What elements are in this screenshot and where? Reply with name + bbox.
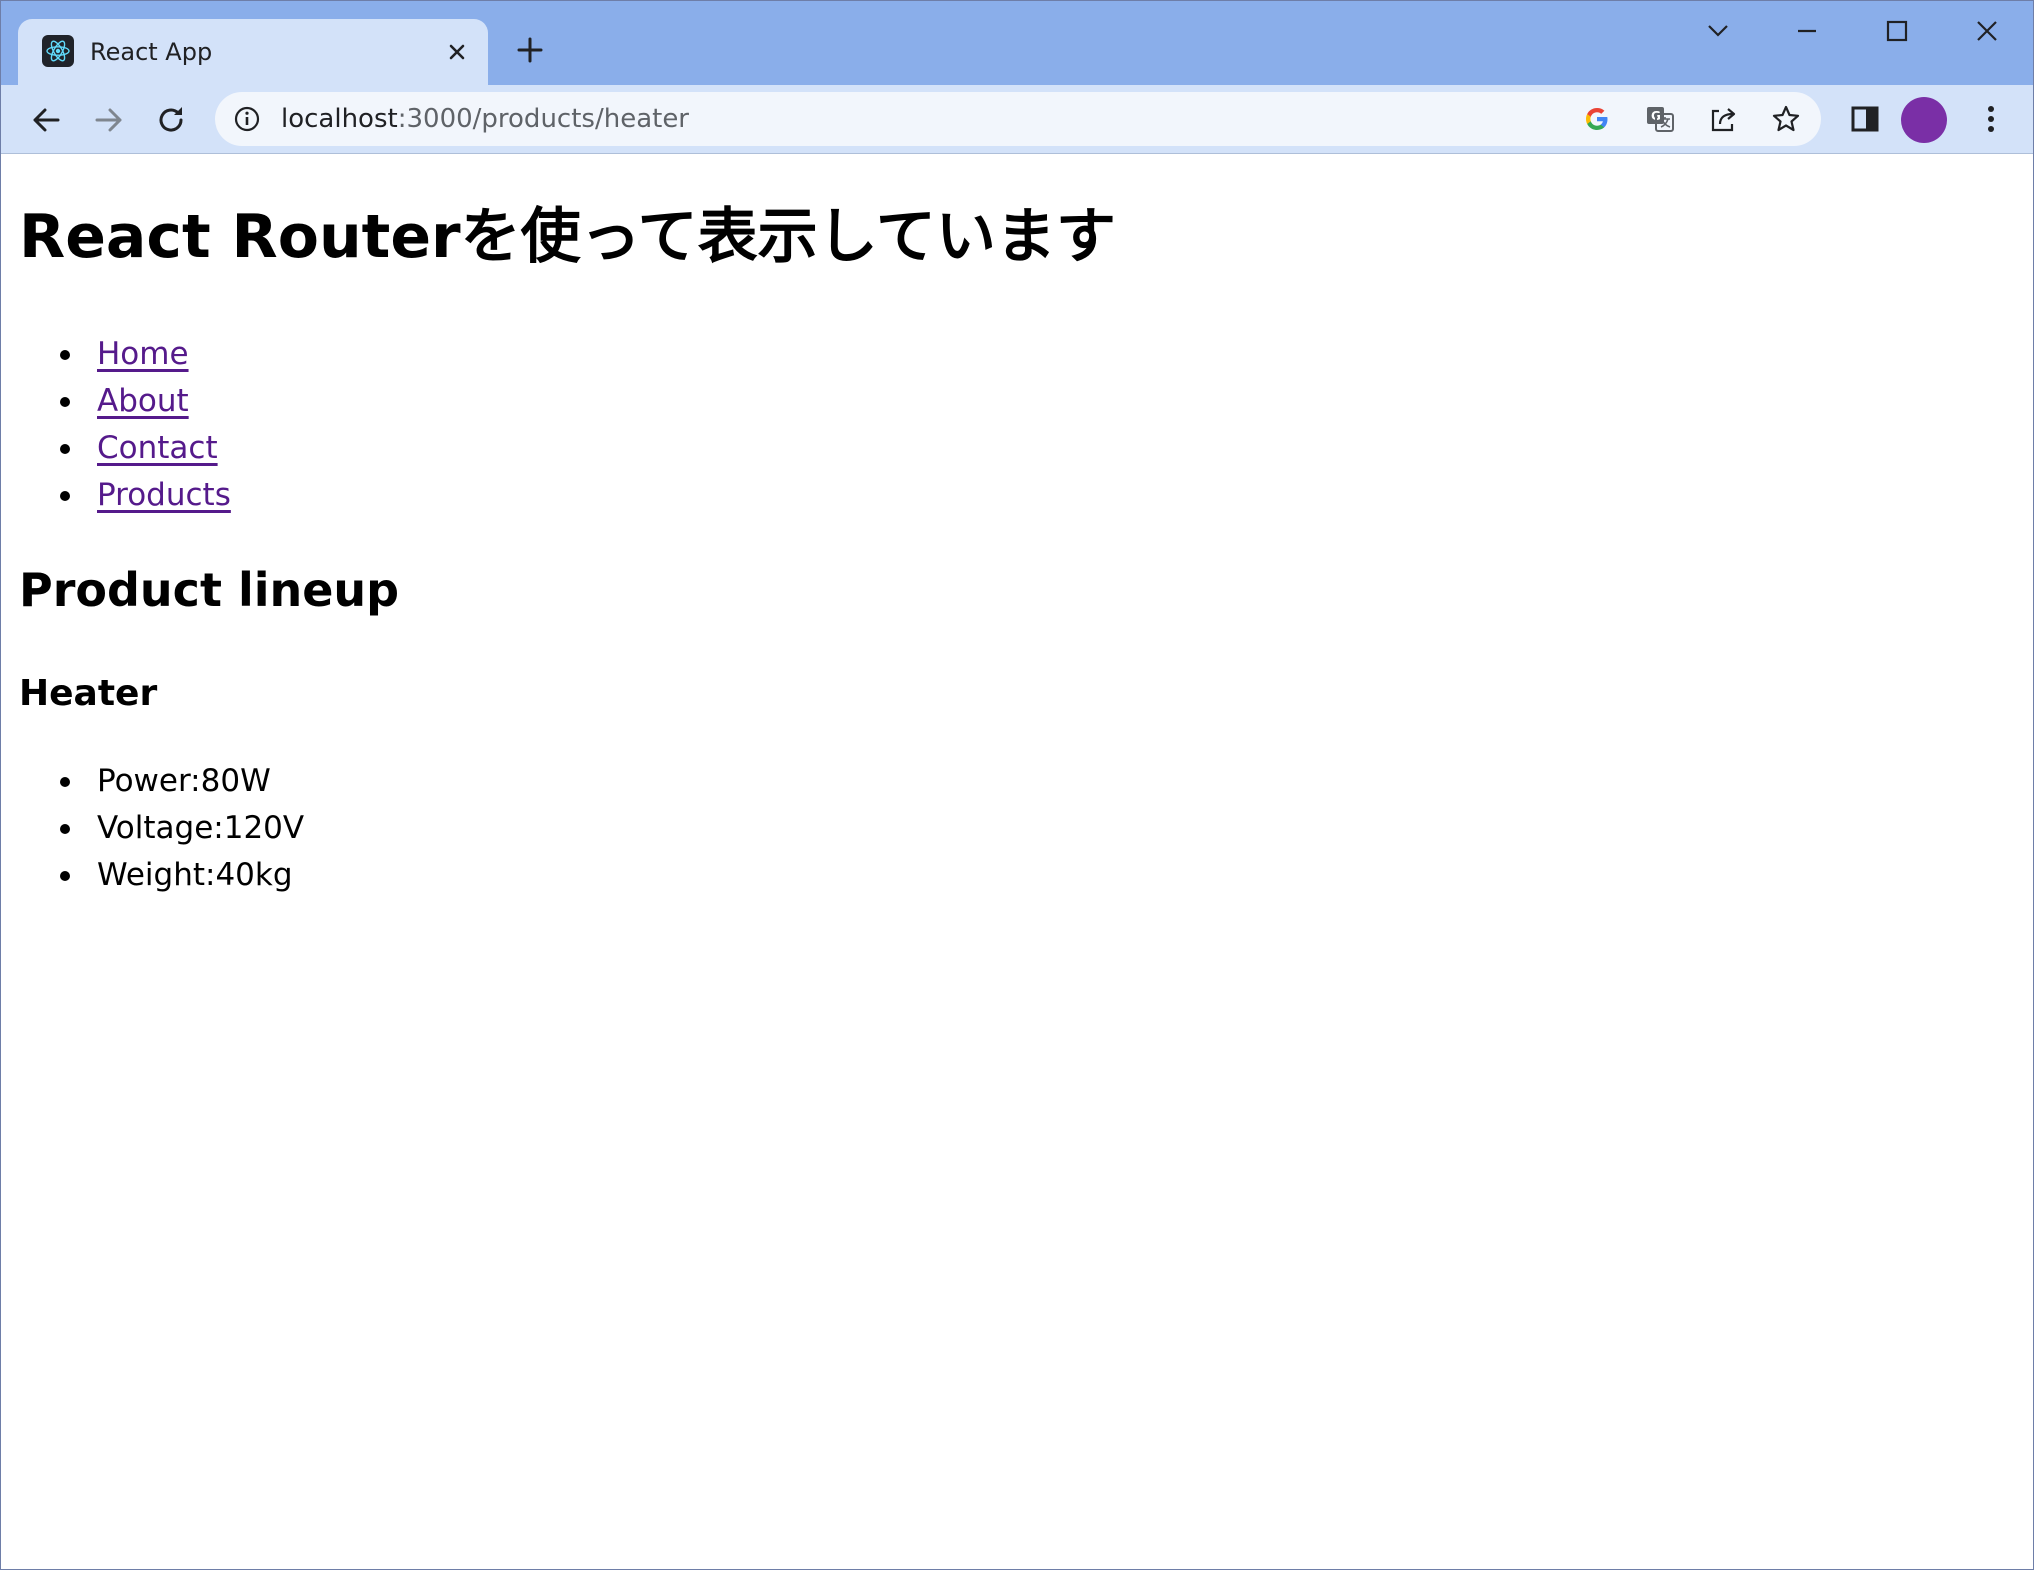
close-tab-icon[interactable] [442,37,472,67]
maximize-icon[interactable] [1877,13,1917,49]
profile-avatar[interactable] [1901,97,1947,143]
spec-item-weight: Weight:40kg [1,852,304,899]
product-specs: Power:80W Voltage:120V Weight:40kg [1,758,304,899]
site-info-icon[interactable] [233,105,261,133]
url-host: localhost [281,104,398,134]
minimize-icon[interactable] [1787,13,1827,49]
forward-arrow-icon[interactable] [90,101,128,139]
browser-toolbar: localhost:3000/products/heater G [1,85,2033,154]
react-logo-icon [42,35,74,67]
back-arrow-icon[interactable] [27,101,65,139]
tab-strip: React App [1,1,2033,85]
nav-links: Home About Contact Products [1,331,231,519]
tab-react-app[interactable]: React App [18,19,488,85]
translate-icon[interactable]: G [1644,103,1676,135]
google-icon[interactable] [1581,103,1613,135]
spec-item-power: Power:80W [1,758,304,805]
nav-link-home[interactable]: Home [97,336,189,372]
spec-item-voltage: Voltage:120V [1,805,304,852]
url-path: :3000/products/heater [397,104,689,134]
nav-link-products[interactable]: Products [97,477,231,513]
new-tab-icon[interactable] [513,33,547,67]
bullet [60,350,70,360]
bullet [60,777,70,787]
bullet [60,397,70,407]
bullet [60,871,70,881]
spec-text: Power:80W [97,763,271,799]
share-icon[interactable] [1707,103,1739,135]
spec-text: Weight:40kg [97,857,293,893]
tab-search-chevron-icon[interactable] [1698,13,1738,49]
nav-link-about[interactable]: About [97,383,189,419]
page-heading: React Routerを使って表示しています [19,202,1116,272]
spec-text: Voltage:120V [97,810,305,846]
address-bar[interactable]: localhost:3000/products/heater G [215,92,1821,146]
reload-icon[interactable] [152,101,190,139]
page-content: React Routerを使って表示しています Home About Conta… [1,154,2033,1569]
nav-item-contact: Contact [1,425,231,472]
nav-item-home: Home [1,331,231,378]
nav-item-products: Products [1,472,231,519]
bullet [60,444,70,454]
product-name: Heater [19,673,158,714]
nav-item-about: About [1,378,231,425]
bullet [60,824,70,834]
close-window-icon[interactable] [1967,13,2007,49]
tab-title: React App [90,38,213,66]
browser-window: React App localhost:3000/products/heater… [0,0,2034,1570]
bullet [60,491,70,501]
side-panel-icon[interactable] [1847,101,1883,137]
more-menu-icon[interactable] [1973,101,2009,137]
url-text[interactable]: localhost:3000/products/heater [281,104,689,134]
section-title: Product lineup [19,563,400,617]
bookmark-star-icon[interactable] [1770,103,1802,135]
nav-link-contact[interactable]: Contact [97,430,218,466]
